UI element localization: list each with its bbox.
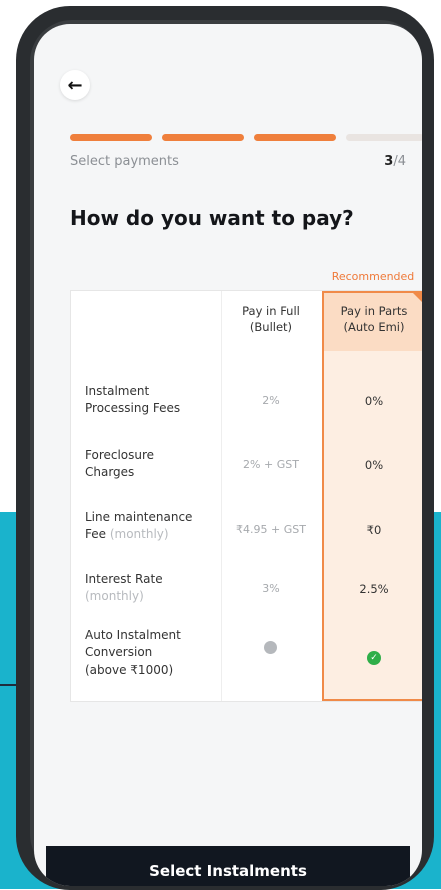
progress-segment-4 [346, 134, 422, 141]
pay-in-full-processing-fees: 2% [262, 394, 280, 407]
pay-in-parts-subtitle: (Auto Emi) [343, 320, 405, 334]
app-screen: ← Select payments 3/4 How do you want to… [34, 24, 422, 886]
pay-in-full-subtitle: (Bullet) [249, 320, 293, 334]
pay-in-parts-processing-fees: 0% [364, 394, 384, 408]
row-label-auto-instalment: Auto Instalment Conversion (above ₹1000) [85, 628, 181, 677]
pay-in-parts-title: Pay in Parts [340, 304, 408, 319]
step-current: 3 [384, 154, 394, 169]
grey-dot-icon [264, 641, 277, 654]
arrow-left-icon: ← [67, 74, 83, 96]
progress-segment-3 [254, 134, 336, 141]
line-maintenance-suffix: (monthly) [109, 527, 169, 542]
pay-in-full-title: Pay in Full [242, 304, 300, 319]
pay-in-parts-interest-rate: 2.5% [359, 582, 389, 596]
row-label-line-maintenance: Line maintenance Fee (monthly) [85, 509, 215, 544]
pay-in-parts-line-maintenance: ₹0 [366, 523, 382, 537]
recommended-tag: Recommended [331, 270, 415, 283]
page-title: How do you want to pay? [70, 206, 354, 230]
progress-segment-1 [70, 134, 152, 141]
column-divider [221, 291, 222, 701]
step-label: Select payments [70, 154, 179, 169]
interest-rate-label-text: Interest Rate [85, 572, 163, 586]
row-label-foreclosure: Foreclosure Charges [85, 448, 155, 480]
pay-in-parts-foreclosure: 0% [364, 458, 384, 472]
pay-in-parts-column[interactable] [322, 291, 422, 701]
pay-in-full-foreclosure: 2% + GST [243, 458, 299, 471]
pay-in-full-interest-rate: 3% [262, 582, 280, 595]
back-button[interactable]: ← [60, 70, 90, 100]
step-progress-bar [70, 134, 422, 142]
pay-in-full-header[interactable]: Pay in Full (Bullet) [221, 291, 321, 349]
pay-in-parts-header[interactable]: Pay in Parts (Auto Emi) [323, 291, 422, 349]
interest-rate-suffix: (monthly) [85, 589, 144, 604]
select-instalments-button[interactable]: Select Instalments [46, 846, 410, 886]
row-label-interest-rate: Interest Rate (monthly) [85, 571, 175, 606]
step-counter: 3/4 [384, 154, 406, 169]
payment-comparison-table: Pay in Full (Bullet) Pay in Parts (Auto Em… [70, 290, 422, 702]
green-check-icon: ✓ [367, 651, 381, 665]
phone-frame: ← Select payments 3/4 How do you want to… [16, 6, 434, 890]
step-total: /4 [393, 154, 406, 169]
pay-in-full-line-maintenance: ₹4.95 + GST [236, 523, 306, 536]
row-label-processing-fees: Instalment Processing Fees [85, 384, 181, 416]
progress-segment-2 [162, 134, 244, 141]
